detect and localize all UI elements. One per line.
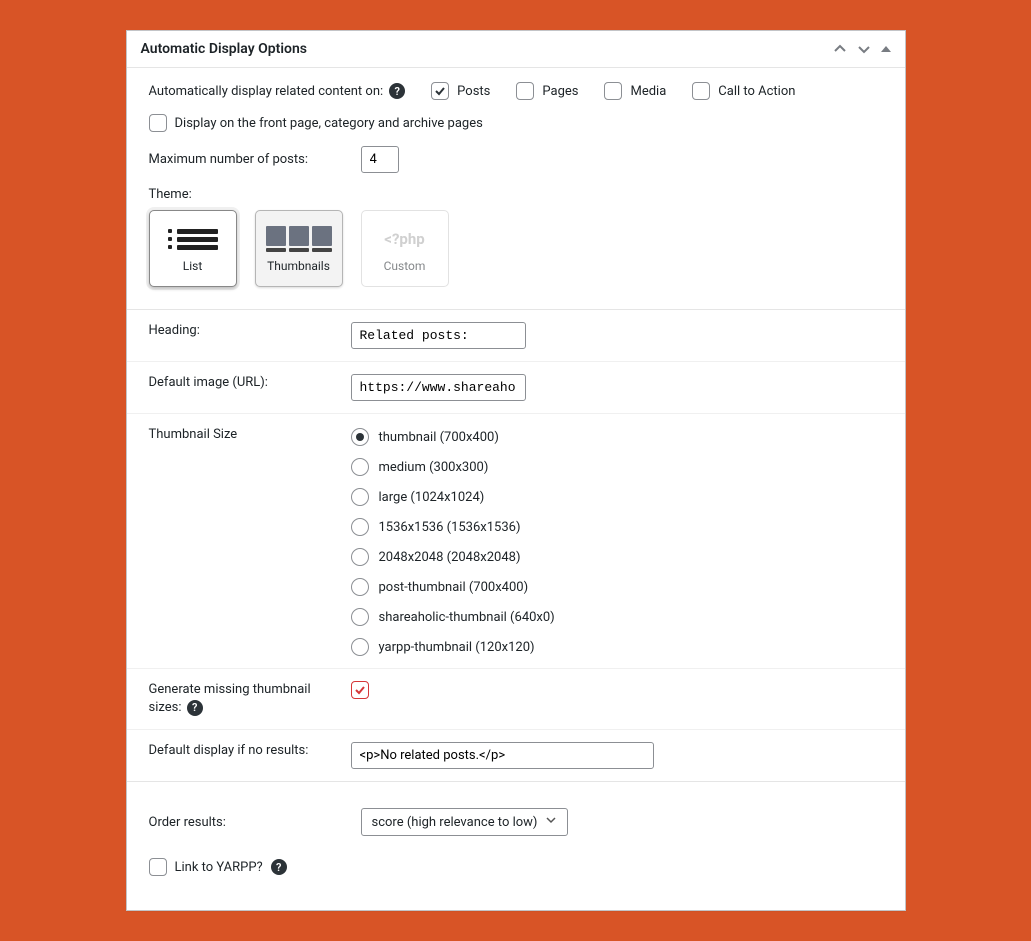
thumbnail-size-radio[interactable] xyxy=(351,548,369,566)
media-label: Media xyxy=(630,84,666,99)
heading-label: Heading: xyxy=(149,322,339,349)
no-results-row: Default display if no results: xyxy=(127,730,905,781)
panel-title: Automatic Display Options xyxy=(141,41,307,57)
panel-controls xyxy=(833,42,891,56)
help-icon[interactable]: ? xyxy=(187,700,203,716)
auto-display-row: Automatically display related content on… xyxy=(149,82,883,100)
help-icon[interactable]: ? xyxy=(389,83,405,99)
default-image-row: Default image (URL): xyxy=(127,362,905,414)
thumbnail-size-radio[interactable] xyxy=(351,518,369,536)
order-results-row: Order results: score (high relevance to … xyxy=(149,808,883,836)
max-posts-row: Maximum number of posts: xyxy=(149,146,883,173)
posts-checkbox[interactable] xyxy=(431,82,449,100)
theme-settings: Heading: Default image (URL): Thumbnail … xyxy=(127,309,905,782)
panel-header: Automatic Display Options xyxy=(127,31,905,68)
thumbnail-size-radio[interactable] xyxy=(351,608,369,626)
order-results-label: Order results: xyxy=(149,815,339,830)
theme-thumbnails[interactable]: Thumbnails xyxy=(255,210,343,287)
php-icon: <?php xyxy=(384,230,424,248)
thumbnail-size-radio[interactable] xyxy=(351,458,369,476)
max-posts-label: Maximum number of posts: xyxy=(149,152,339,167)
posts-label: Posts xyxy=(457,84,490,99)
link-yarpp-checkbox[interactable] xyxy=(149,858,167,876)
thumbnail-size-radio[interactable] xyxy=(351,488,369,506)
panel-body: Automatically display related content on… xyxy=(127,68,905,910)
generate-missing-label: Generate missing thumbnail sizes: ? xyxy=(149,681,339,717)
link-yarpp-row: Link to YARPP? ? xyxy=(149,858,883,876)
thumbnail-size-radio[interactable] xyxy=(351,578,369,596)
no-results-input[interactable] xyxy=(351,742,654,769)
theme-custom[interactable]: <?php Custom xyxy=(361,210,449,287)
thumbnail-size-label: Thumbnail Size xyxy=(149,426,339,656)
no-results-label: Default display if no results: xyxy=(149,742,339,769)
front-page-checkbox[interactable] xyxy=(149,114,167,132)
default-image-label: Default image (URL): xyxy=(149,374,339,401)
generate-missing-row: Generate missing thumbnail sizes: ? xyxy=(127,669,905,730)
link-yarpp-label: Link to YARPP? xyxy=(175,860,263,875)
collapse-icon[interactable] xyxy=(881,44,891,54)
theme-selector: List Thumbnails <?php Custom xyxy=(149,210,883,287)
thumbnails-icon xyxy=(266,226,332,252)
heading-row: Heading: xyxy=(127,310,905,362)
heading-input[interactable] xyxy=(351,322,526,349)
theme-label: Theme: xyxy=(149,187,883,202)
cta-checkbox[interactable] xyxy=(692,82,710,100)
thumbnail-size-options: thumbnail (700x400) medium (300x300) lar… xyxy=(351,426,555,656)
cta-label: Call to Action xyxy=(718,84,795,99)
theme-list[interactable]: List xyxy=(149,210,237,287)
generate-missing-checkbox[interactable] xyxy=(351,681,369,699)
help-icon[interactable]: ? xyxy=(271,859,287,875)
pages-label: Pages xyxy=(542,84,578,99)
front-page-label: Display on the front page, category and … xyxy=(175,116,483,131)
thumbnail-size-radio[interactable] xyxy=(351,638,369,656)
front-page-row: Display on the front page, category and … xyxy=(149,114,883,132)
media-checkbox[interactable] xyxy=(604,82,622,100)
pages-checkbox[interactable] xyxy=(516,82,534,100)
list-icon xyxy=(168,226,218,253)
max-posts-input[interactable] xyxy=(361,146,399,173)
chevron-down-icon xyxy=(545,814,557,830)
thumbnail-size-radio[interactable] xyxy=(351,428,369,446)
auto-display-label: Automatically display related content on… xyxy=(149,84,384,99)
default-image-input[interactable] xyxy=(351,374,526,401)
move-down-icon[interactable] xyxy=(857,42,871,56)
options-panel: Automatic Display Options Automatically … xyxy=(126,30,906,911)
order-results-select[interactable]: score (high relevance to low) xyxy=(361,808,569,836)
move-up-icon[interactable] xyxy=(833,42,847,56)
thumbnail-size-row: Thumbnail Size thumbnail (700x400) mediu… xyxy=(127,414,905,669)
